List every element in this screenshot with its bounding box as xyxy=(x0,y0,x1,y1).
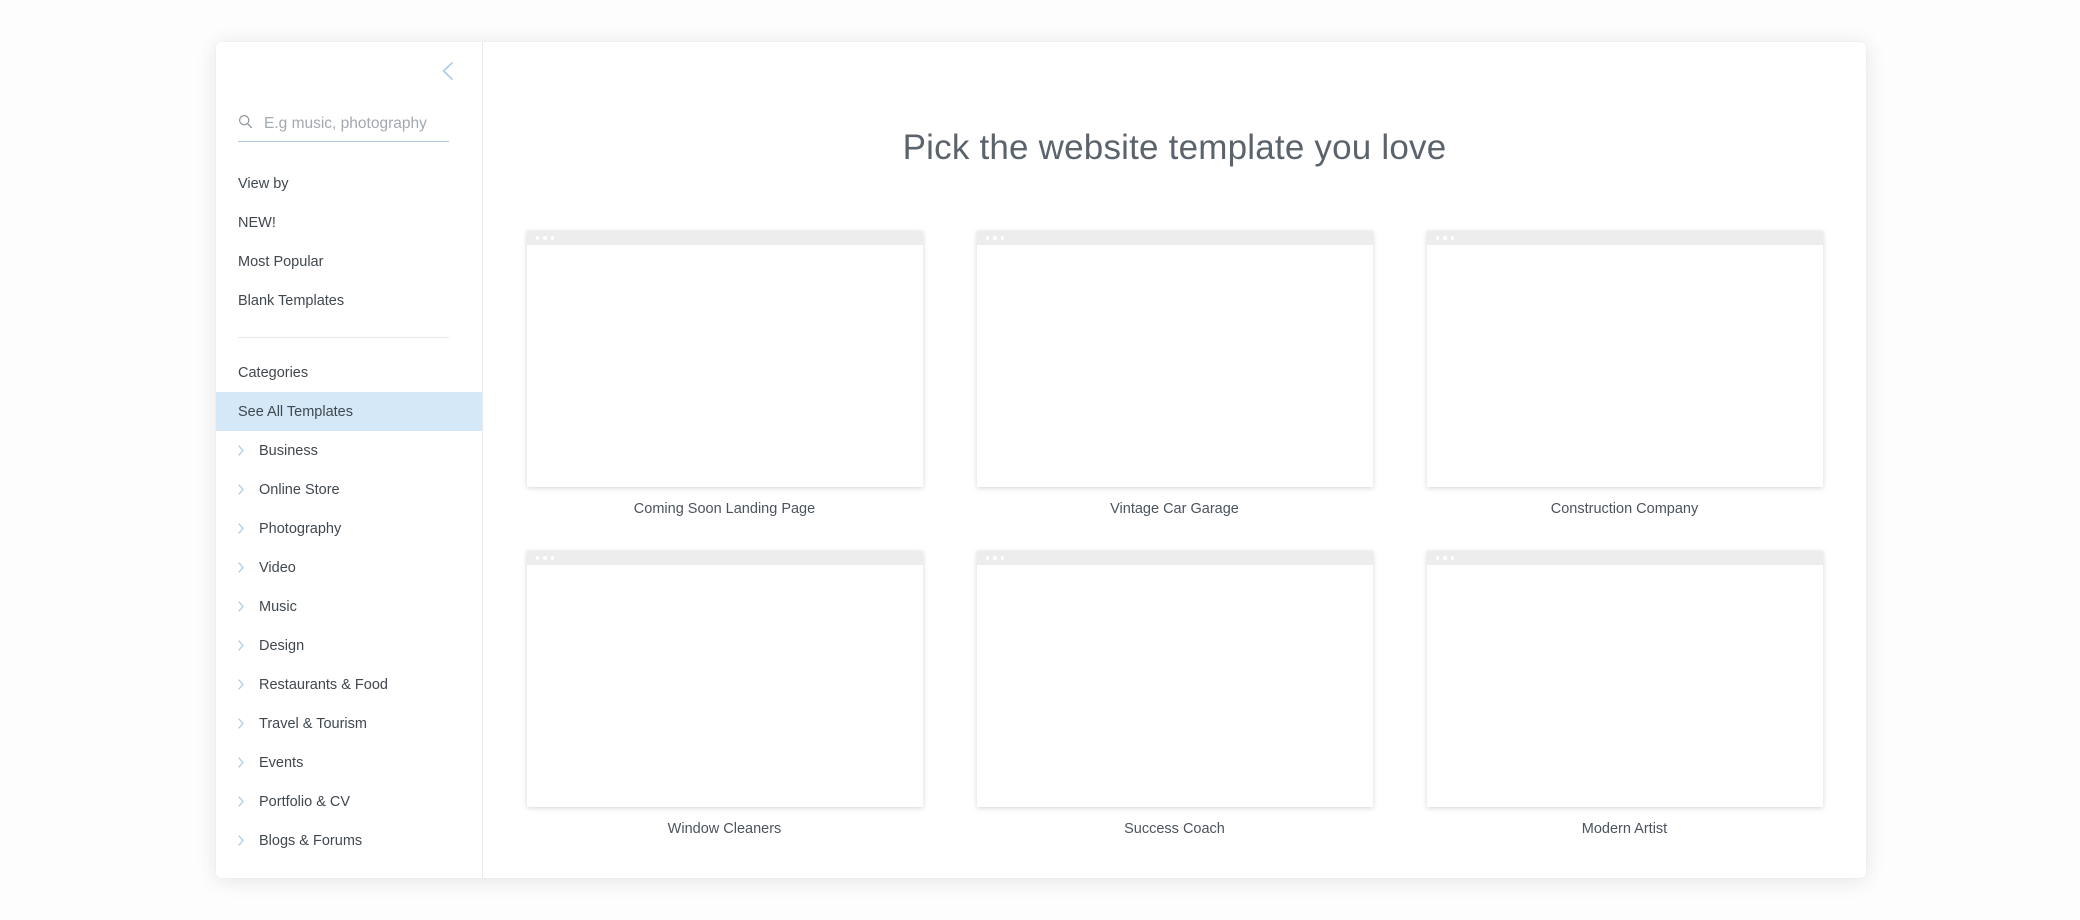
sidebar-item-label: Design xyxy=(259,637,305,654)
sidebar-item-label: Portfolio & CV xyxy=(259,793,351,810)
chevron-right-icon xyxy=(238,796,246,807)
browser-dot xyxy=(535,556,539,560)
categories-label: Categories xyxy=(238,365,309,381)
browser-titlebar xyxy=(526,551,923,565)
sidebar-item-music[interactable]: Music xyxy=(216,587,482,626)
template-card-window-cleaners[interactable]: SPOT LESS. Home About Services Contact B… xyxy=(526,551,923,837)
sidebar-item-label: Photography xyxy=(259,520,342,537)
browser-dot xyxy=(1000,556,1004,560)
browser-dot xyxy=(1435,236,1439,240)
view-by-section: View by NEW! Most Popular Blank Template… xyxy=(216,142,482,320)
template-caption: Window Cleaners xyxy=(667,821,782,837)
chevron-right-icon xyxy=(238,718,246,729)
sidebar-item-see-all-templates[interactable]: See All Templates xyxy=(216,392,482,431)
chevron-right-icon xyxy=(238,835,246,846)
template-card-modern-artist[interactable]: Agatha Kolesberg The Drawing The Composi… xyxy=(1426,551,1823,837)
browser-dot xyxy=(993,236,997,240)
sidebar-item-new[interactable]: NEW! xyxy=(216,203,482,242)
template-card-vintage-car-garage[interactable]: HOME SERVICES OUR WORK ABOUT US CONTACT … xyxy=(976,231,1373,517)
chevron-left-icon[interactable] xyxy=(436,60,458,82)
template-preview: SPOT LESS. Home About Services Contact B… xyxy=(526,551,923,807)
browser-dot xyxy=(1450,556,1454,560)
template-card-coming-soon[interactable]: SkyOne. Store Subscribe OUR NEW SITE IS … xyxy=(526,231,923,517)
chevron-right-icon xyxy=(238,601,246,612)
template-caption: Coming Soon Landing Page xyxy=(633,501,816,517)
sidebar-item-portfolio-cv[interactable]: Portfolio & CV xyxy=(216,782,482,821)
main-content: Pick the website template you love Comin… xyxy=(483,42,1866,878)
template-preview: SkyOne. Store Subscribe OUR NEW SITE IS … xyxy=(526,231,923,487)
sidebar-item-blogs-forums[interactable]: Blogs & Forums xyxy=(216,821,482,860)
template-preview: Agatha Kolesberg The Drawing The Composi… xyxy=(1426,551,1823,807)
chevron-right-icon xyxy=(238,640,246,651)
sidebar-item-blank-templates[interactable]: Blank Templates xyxy=(216,281,482,320)
chevron-right-icon xyxy=(238,757,246,768)
template-preview: HOME SERVICES OUR WORK ABOUT US CONTACT … xyxy=(976,231,1373,487)
sidebar-item-business[interactable]: Business xyxy=(216,431,482,470)
browser-dot xyxy=(543,556,547,560)
page-title: Pick the website template you love xyxy=(902,128,1447,167)
sidebar: View by NEW! Most Popular Blank Template… xyxy=(216,42,483,878)
sidebar-item-label: Restaurants & Food xyxy=(259,676,388,693)
sidebar-item-label: Travel & Tourism xyxy=(259,715,367,732)
sidebar-item-label: Events xyxy=(259,754,304,771)
browser-titlebar xyxy=(1426,231,1823,245)
search-input[interactable] xyxy=(264,115,449,133)
browser-titlebar xyxy=(526,231,923,245)
browser-titlebar xyxy=(976,551,1373,565)
sidebar-header xyxy=(216,42,482,100)
browser-dot xyxy=(1435,556,1439,560)
sidebar-item-label: Business xyxy=(259,442,318,459)
sidebar-item-travel-tourism[interactable]: Travel & Tourism xyxy=(216,704,482,743)
sidebar-item-restaurants-food[interactable]: Restaurants & Food xyxy=(216,665,482,704)
sidebar-item-video[interactable]: Video xyxy=(216,548,482,587)
template-preview: SPHERE CONSTRUCTIONS HOME SERVICES ABOUT… xyxy=(1426,231,1823,487)
sidebar-divider xyxy=(238,337,449,338)
browser-dot xyxy=(550,236,554,240)
browser-titlebar xyxy=(976,231,1373,245)
sidebar-item-online-store[interactable]: Online Store xyxy=(216,470,482,509)
template-card-construction-company[interactable]: SPHERE CONSTRUCTIONS HOME SERVICES ABOUT… xyxy=(1426,231,1823,517)
browser-dot xyxy=(543,236,547,240)
browser-dot xyxy=(535,236,539,240)
chevron-right-icon xyxy=(238,679,246,690)
browser-dot xyxy=(1000,236,1004,240)
sidebar-item-label: Blogs & Forums xyxy=(259,832,363,849)
browser-dot xyxy=(985,556,989,560)
browser-titlebar xyxy=(1426,551,1823,565)
sidebar-item-label: Music xyxy=(259,598,297,615)
template-preview: ALLAN JOHNSON Personal Life Coach Home A… xyxy=(976,551,1373,807)
search-icon xyxy=(238,114,253,134)
browser-dot xyxy=(985,236,989,240)
template-grid: SkyOne. Store Subscribe OUR NEW SITE IS … xyxy=(483,231,1866,837)
browser-dot xyxy=(550,556,554,560)
browser-dot xyxy=(1443,556,1447,560)
browser-dot xyxy=(1443,236,1447,240)
see-all-templates-label: See All Templates xyxy=(238,403,353,420)
chevron-right-icon xyxy=(238,523,246,534)
template-caption: Success Coach xyxy=(1124,821,1225,837)
browser-dot xyxy=(1450,236,1454,240)
sidebar-item-events[interactable]: Events xyxy=(216,743,482,782)
template-picker-panel: View by NEW! Most Popular Blank Template… xyxy=(216,42,1866,878)
browser-dot xyxy=(993,556,997,560)
template-caption: Vintage Car Garage xyxy=(1110,501,1239,517)
view-by-label: View by xyxy=(238,175,289,192)
template-caption: Construction Company xyxy=(1550,501,1699,517)
chevron-right-icon xyxy=(238,484,246,495)
sidebar-item-photography[interactable]: Photography xyxy=(216,509,482,548)
sidebar-item-most-popular[interactable]: Most Popular xyxy=(216,242,482,281)
chevron-right-icon xyxy=(238,445,246,456)
search-box[interactable] xyxy=(238,114,449,142)
chevron-right-icon xyxy=(238,562,246,573)
sidebar-item-label: Online Store xyxy=(259,481,340,498)
sidebar-item-label: Video xyxy=(259,559,296,576)
template-caption: Modern Artist xyxy=(1581,821,1668,837)
template-card-success-coach[interactable]: ALLAN JOHNSON Personal Life Coach Home A… xyxy=(976,551,1373,837)
sidebar-item-design[interactable]: Design xyxy=(216,626,482,665)
